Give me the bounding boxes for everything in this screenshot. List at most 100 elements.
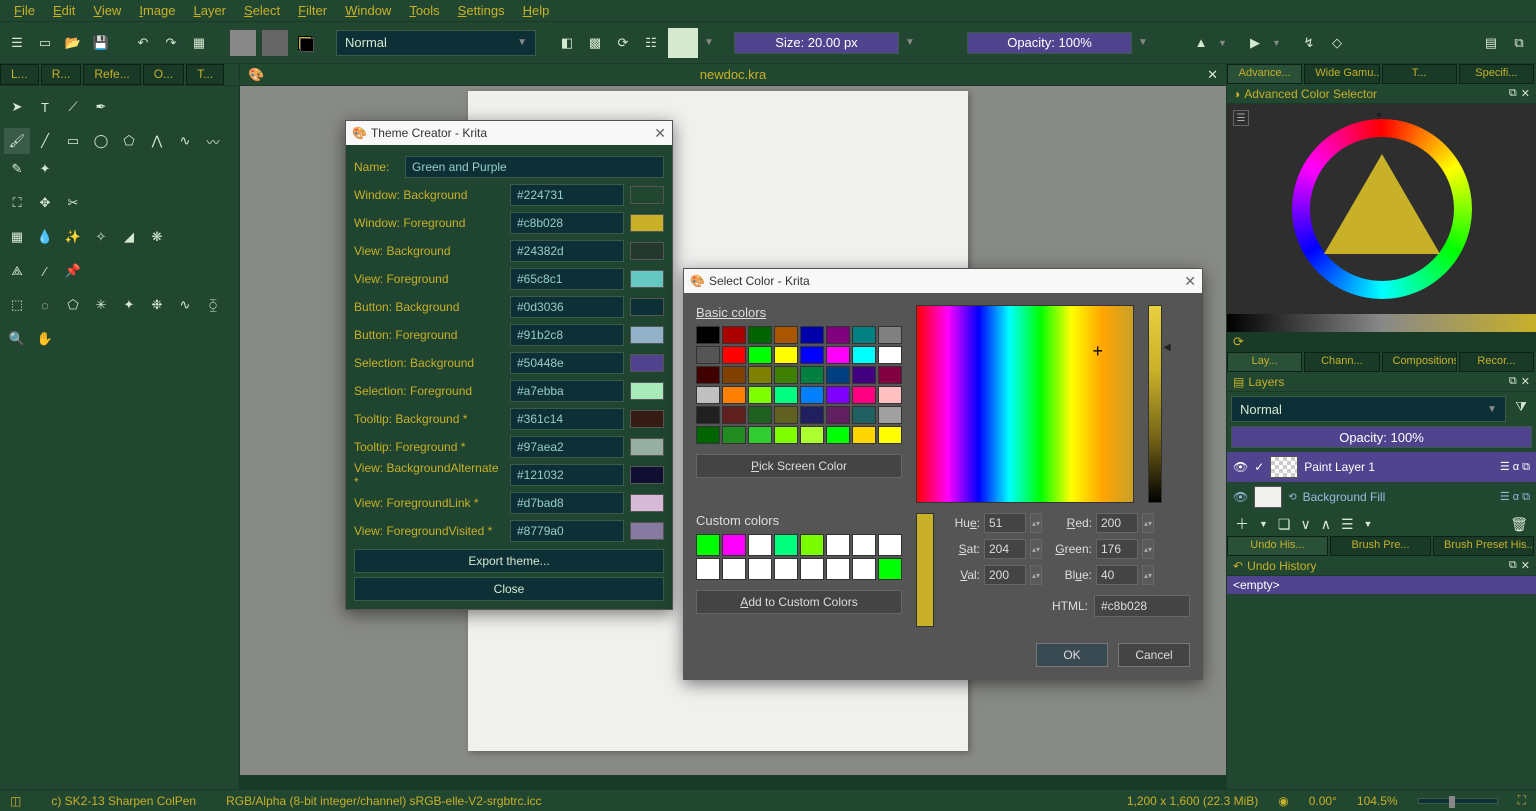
cancel-button[interactable]: Cancel xyxy=(1118,643,1190,667)
tool-sel-similar[interactable]: ❉ xyxy=(144,292,170,318)
basic-color-swatch[interactable] xyxy=(774,426,798,444)
bottom-tab[interactable]: Brush Pre... xyxy=(1330,536,1431,556)
layer-menu-icon[interactable]: ☰ xyxy=(1341,516,1354,533)
basic-color-swatch[interactable] xyxy=(800,346,824,364)
color-swatch[interactable] xyxy=(630,466,664,484)
color-swatch[interactable] xyxy=(630,494,664,512)
basic-color-swatch[interactable] xyxy=(696,386,720,404)
basic-color-swatch[interactable] xyxy=(722,366,746,384)
custom-color-swatch[interactable] xyxy=(826,534,850,556)
tool-calligraphy[interactable]: ✒ xyxy=(88,94,114,120)
color-swatch[interactable] xyxy=(630,382,664,400)
tool-rect[interactable]: ▭ xyxy=(60,128,86,154)
basic-color-swatch[interactable] xyxy=(878,386,902,404)
color-swatch[interactable] xyxy=(630,438,664,456)
basic-color-swatch[interactable] xyxy=(696,326,720,344)
tool-freehand[interactable]: 〰 xyxy=(200,128,226,154)
basic-color-swatch[interactable] xyxy=(852,426,876,444)
menu-image[interactable]: Image xyxy=(131,1,183,20)
layer-props[interactable]: ☰ α ⧉ xyxy=(1500,460,1530,474)
tool-gradient[interactable]: ◢ xyxy=(116,224,142,250)
basic-color-swatch[interactable] xyxy=(800,386,824,404)
left-tab[interactable]: T... xyxy=(186,64,224,85)
basic-color-swatch[interactable] xyxy=(800,326,824,344)
custom-color-swatch[interactable] xyxy=(774,558,798,580)
html-input[interactable] xyxy=(1094,595,1190,617)
custom-color-swatch[interactable] xyxy=(696,534,720,556)
layer-tab[interactable]: Recor... xyxy=(1459,352,1534,372)
custom-color-swatch[interactable] xyxy=(878,534,902,556)
eye-icon[interactable]: 👁 xyxy=(1233,460,1248,474)
basic-color-swatch[interactable] xyxy=(722,346,746,364)
undo-icon[interactable]: ↶ xyxy=(132,32,154,54)
layer-tab[interactable]: Chann... xyxy=(1304,352,1379,372)
basic-color-swatch[interactable] xyxy=(826,346,850,364)
add-layer-icon[interactable]: ＋ xyxy=(1235,514,1249,534)
custom-color-swatch[interactable] xyxy=(826,558,850,580)
new-icon[interactable]: ▭ xyxy=(34,32,56,54)
brush-size-slider[interactable]: Size: 20.00 px xyxy=(734,32,899,54)
tool-polygon[interactable]: ⬠ xyxy=(116,128,142,154)
tool-polyline[interactable]: ⋀ xyxy=(144,128,170,154)
custom-color-swatch[interactable] xyxy=(696,558,720,580)
color-swatch[interactable] xyxy=(630,522,664,540)
tool-bezier[interactable]: ∿ xyxy=(172,128,198,154)
tool-sel-contig[interactable]: ✦ xyxy=(116,292,142,318)
zoom-fit-icon[interactable]: ⛶ xyxy=(1518,793,1526,808)
custom-color-swatch[interactable] xyxy=(800,534,824,556)
tool-pointer[interactable]: ➤ xyxy=(4,94,30,120)
dialog-close-icon[interactable]: ✕ xyxy=(1184,273,1196,290)
dialog-titlebar[interactable]: 🎨 Theme Creator - Krita ✕ xyxy=(346,121,672,145)
custom-color-swatch[interactable] xyxy=(852,534,876,556)
layer-row[interactable]: 👁⟲Background Fill☰ α ⧉ xyxy=(1227,482,1536,512)
basic-color-swatch[interactable] xyxy=(878,346,902,364)
layer-blend-combo[interactable]: Normal▼ xyxy=(1231,396,1506,422)
export-theme-button[interactable]: Export theme... xyxy=(354,549,664,573)
menu-tools[interactable]: Tools xyxy=(401,1,447,20)
opacity-slider[interactable]: Opacity: 100% xyxy=(967,32,1132,54)
theme-property-input[interactable] xyxy=(510,184,624,206)
spinner[interactable]: ▴▾ xyxy=(1142,513,1154,533)
left-tab[interactable]: O... xyxy=(143,64,184,85)
tool-dynamic[interactable]: ✎ xyxy=(4,156,30,182)
save-icon[interactable]: 💾 xyxy=(90,32,112,54)
gradient-swatch[interactable] xyxy=(230,30,256,56)
theme-property-input[interactable] xyxy=(510,520,624,542)
color-gradient-strip[interactable] xyxy=(1227,314,1536,332)
theme-name-input[interactable] xyxy=(405,156,664,178)
redo-icon[interactable]: ↷ xyxy=(160,32,182,54)
theme-property-input[interactable] xyxy=(510,408,624,430)
layer-props[interactable]: ☰ α ⧉ xyxy=(1500,490,1530,504)
menu-help[interactable]: Help xyxy=(515,1,558,20)
tool-crop[interactable]: ✂ xyxy=(60,190,86,216)
horizontal-scrollbar[interactable] xyxy=(240,775,1226,789)
basic-color-swatch[interactable] xyxy=(826,366,850,384)
basic-color-swatch[interactable] xyxy=(800,366,824,384)
float-panel-icon[interactable]: ⧉ xyxy=(1509,375,1517,388)
theme-property-input[interactable] xyxy=(510,240,624,262)
custom-color-swatch[interactable] xyxy=(774,534,798,556)
dialog-titlebar[interactable]: 🎨 Select Color - Krita ✕ xyxy=(684,269,1202,293)
color-swatch[interactable] xyxy=(630,354,664,372)
close-panel-icon[interactable]: ✕ xyxy=(1521,559,1530,572)
basic-color-swatch[interactable] xyxy=(852,406,876,424)
theme-property-input[interactable] xyxy=(510,352,624,374)
theme-property-input[interactable] xyxy=(510,492,624,514)
color-swatch[interactable] xyxy=(630,326,664,344)
status-select-icon[interactable]: ◫ xyxy=(10,794,21,808)
layer-filter-icon[interactable]: ⧩ xyxy=(1510,396,1532,418)
tool-text[interactable]: T xyxy=(32,94,58,120)
blend-mode-combo[interactable]: Normal▼ xyxy=(336,30,536,56)
tool-colorize[interactable]: ✨ xyxy=(60,224,86,250)
opacity-dropdown-icon[interactable]: ▼ xyxy=(1138,37,1148,48)
spinner[interactable]: ▴▾ xyxy=(1030,513,1042,533)
tool-move[interactable]: ✥ xyxy=(32,190,58,216)
tool-sel-poly[interactable]: ⬠ xyxy=(60,292,86,318)
basic-color-swatch[interactable] xyxy=(852,386,876,404)
menu-edit[interactable]: Edit xyxy=(45,1,83,20)
eraser-icon[interactable]: ◧ xyxy=(556,32,578,54)
menu-select[interactable]: Select xyxy=(236,1,288,20)
tool-smart-patch[interactable]: ✧ xyxy=(88,224,114,250)
menu-view[interactable]: View xyxy=(85,1,129,20)
brush-preset-icon[interactable] xyxy=(668,28,698,58)
